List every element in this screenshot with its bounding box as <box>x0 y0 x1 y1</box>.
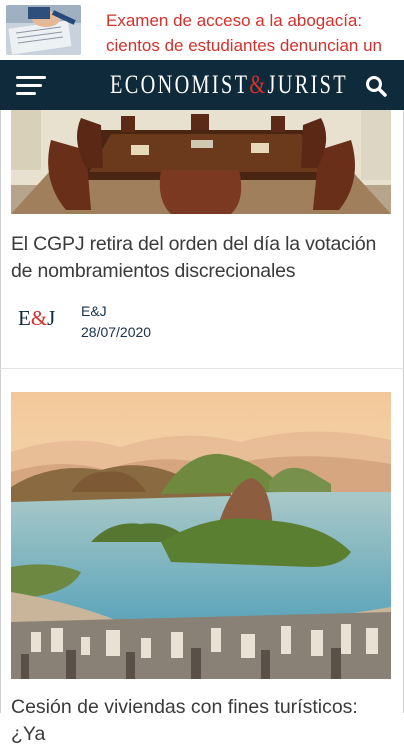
logo-ampersand: & <box>249 70 268 99</box>
avatar-ampersand: & <box>30 306 48 330</box>
site-header: ECONOMIST&JURIST <box>0 60 404 110</box>
article-image-meeting-room[interactable] <box>11 110 391 214</box>
avatar-letter-left: E <box>18 306 31 330</box>
breaking-news-banner[interactable]: Examen de acceso a la abogacía: cientos … <box>0 0 404 80</box>
avatar-letter-right: J <box>47 306 56 330</box>
search-icon[interactable] <box>362 72 390 100</box>
article-author[interactable]: E&J <box>81 303 107 319</box>
logo-text-left: ECONOMIST <box>110 70 250 99</box>
breaking-news-thumbnail[interactable] <box>6 5 81 55</box>
article-title[interactable]: Cesión de viviendas con fines turísticos… <box>11 694 396 748</box>
article-image-rio-landscape[interactable] <box>11 392 391 679</box>
author-avatar[interactable]: E&J <box>18 306 64 338</box>
article-divider <box>0 368 404 369</box>
menu-icon[interactable] <box>16 74 48 96</box>
article-title[interactable]: El CGPJ retira del orden del día la vota… <box>11 231 396 285</box>
article-date: 28/07/2020 <box>81 324 152 340</box>
logo-text-right: JURIST <box>267 70 349 99</box>
site-logo[interactable]: ECONOMIST&JURIST <box>110 70 346 100</box>
